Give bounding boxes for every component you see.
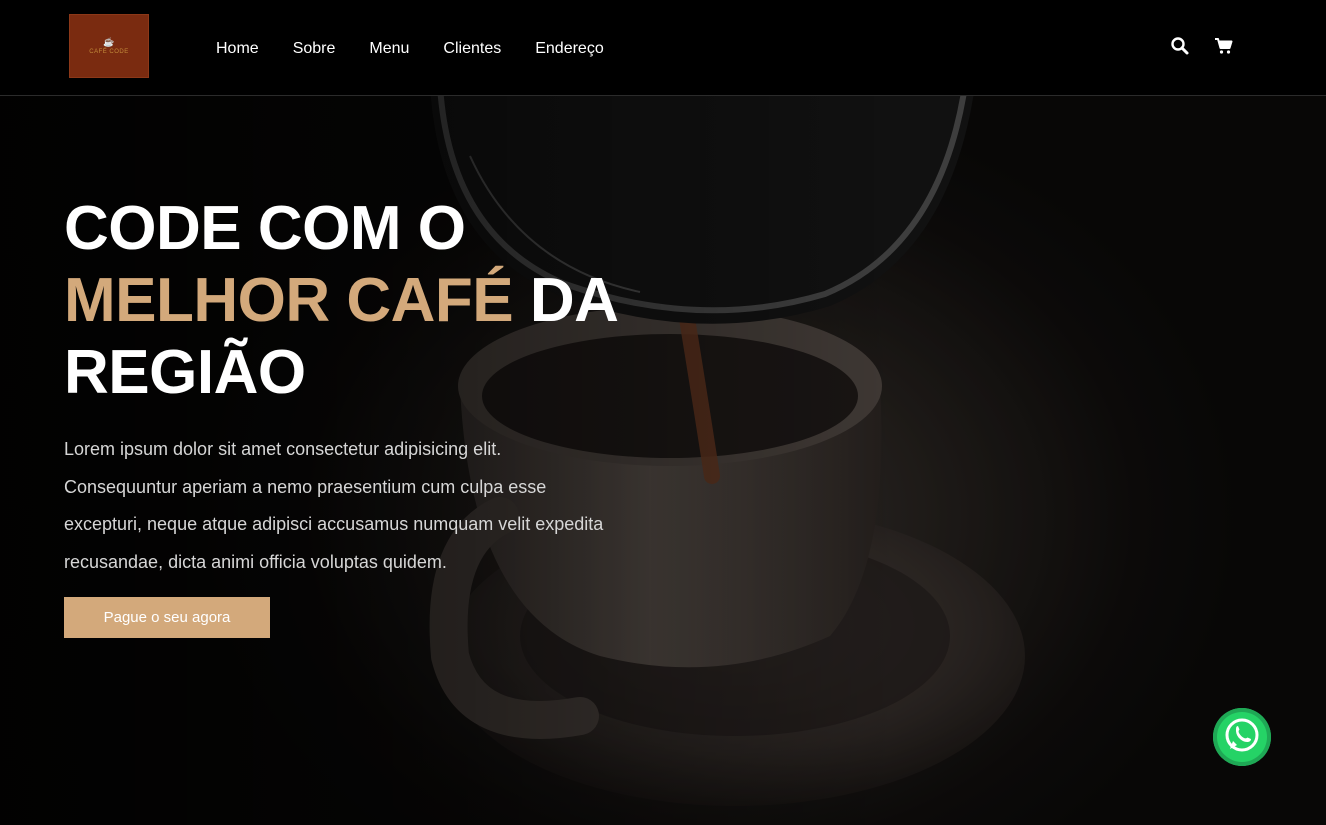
whatsapp-icon [1222,715,1262,760]
hero-description: Lorem ipsum dolor sit amet consectetur a… [64,431,684,581]
hero-text-line: excepturi, neque atque adipisci accusamu… [64,514,604,534]
logo[interactable]: ☕ CAFÉ CODE [69,14,149,78]
hero-title-line1: CODE COM O [64,194,466,263]
nav-sobre[interactable]: Sobre [293,38,336,60]
header-actions [1170,36,1234,56]
cup-icon: ☕ [103,37,115,47]
hero-content: CODE COM O MELHOR CAFÉ DA REGIÃO Lorem i… [64,193,704,638]
hero-text-line: Consequuntur aperiam a nemo praesentium … [64,476,547,497]
nav-endereco[interactable]: Endereço [535,38,604,60]
pay-now-button[interactable]: Pague o seu agora [64,597,270,638]
hero-title: CODE COM O MELHOR CAFÉ DA REGIÃO [64,193,704,409]
search-icon[interactable] [1170,36,1190,56]
hero-title-accent: MELHOR CAFÉ [64,266,514,335]
nav-home[interactable]: Home [216,38,259,60]
cart-icon[interactable] [1214,36,1234,56]
hero-title-line3: REGIÃO [64,338,306,407]
whatsapp-button[interactable] [1213,708,1271,766]
nav-menu[interactable]: Menu [369,38,409,60]
nav-clientes[interactable]: Clientes [443,38,501,60]
main-nav: Home Sobre Menu Clientes Endereço [216,38,604,60]
hero-text-line: recusandae, dicta animi officia voluptas… [64,551,447,572]
hero-text-line: Lorem ipsum dolor sit amet consectetur a… [64,439,502,459]
logo-text: CAFÉ CODE [89,49,129,55]
landing-page: ☕ CAFÉ CODE Home Sobre Menu Clientes End… [0,0,1326,825]
hero-section: CODE COM O MELHOR CAFÉ DA REGIÃO Lorem i… [0,96,1326,825]
site-header: ☕ CAFÉ CODE Home Sobre Menu Clientes End… [0,0,1326,96]
hero-title-after-accent: DA [513,266,619,335]
